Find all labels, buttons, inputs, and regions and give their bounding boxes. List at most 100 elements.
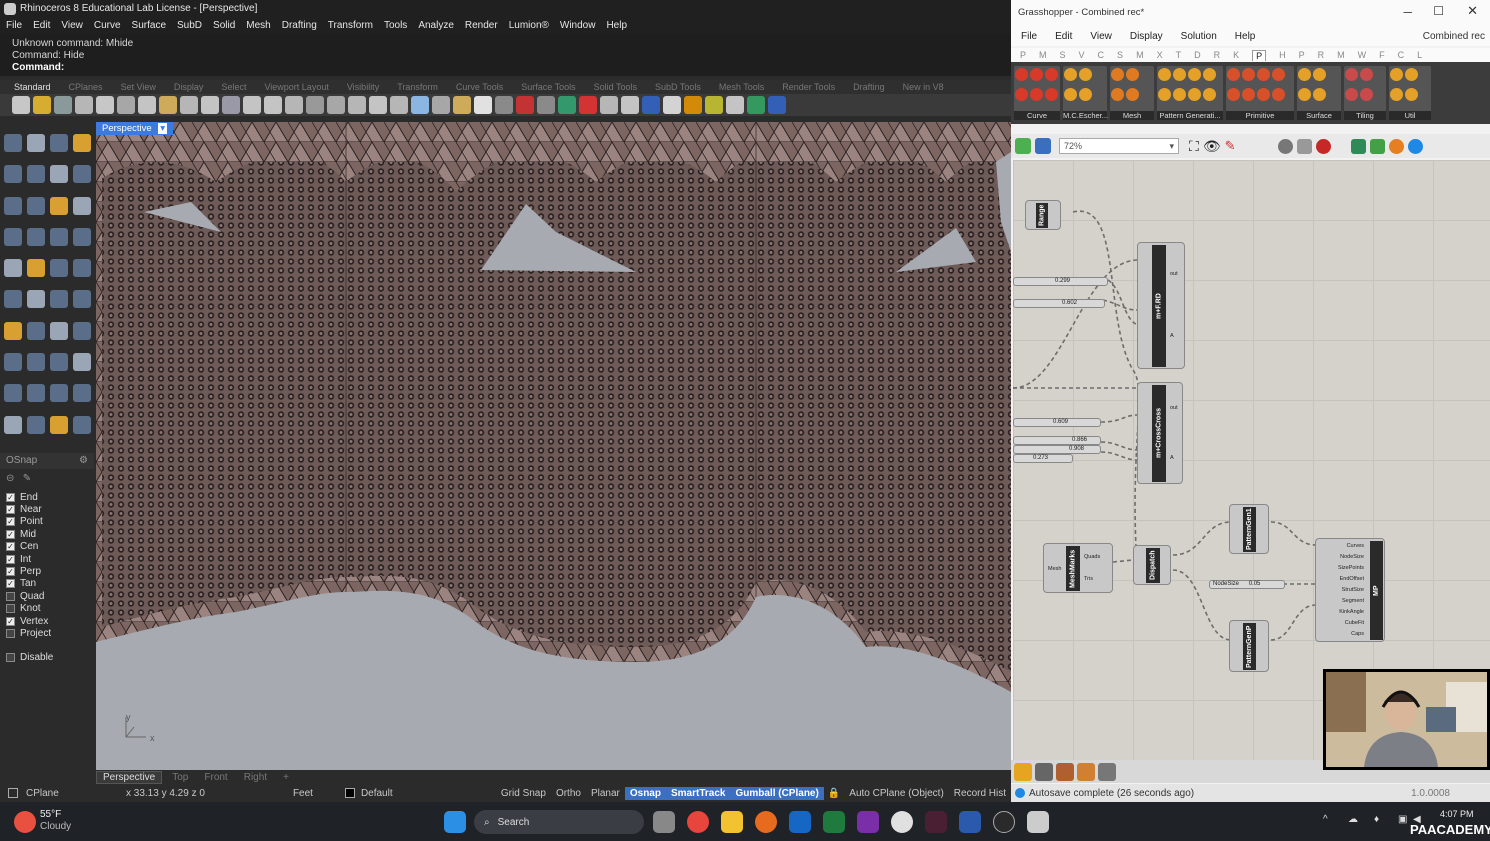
- left-tool-icon[interactable]: [4, 227, 22, 246]
- range-component[interactable]: Range: [1025, 200, 1061, 230]
- gh-component-icon[interactable]: [1227, 68, 1240, 81]
- gh-menu-item[interactable]: File: [1021, 31, 1037, 42]
- minimize-icon[interactable]: ─: [1403, 5, 1412, 19]
- left-tool-icon[interactable]: [73, 196, 91, 215]
- zoom-extents-icon[interactable]: ⛶: [1189, 138, 1199, 155]
- gh-tab[interactable]: X: [1157, 50, 1163, 60]
- left-tool-icon[interactable]: [73, 321, 91, 340]
- left-tool-icon[interactable]: [73, 353, 91, 372]
- gh-component-icon[interactable]: [1242, 68, 1255, 81]
- gh-component-icon[interactable]: [1126, 68, 1139, 81]
- slack-icon[interactable]: [891, 811, 913, 833]
- patterngen1-component[interactable]: PatternGen1: [1229, 504, 1269, 554]
- onenote-icon[interactable]: [857, 811, 879, 833]
- checkbox[interactable]: ✓: [6, 554, 15, 564]
- gh-component-icon[interactable]: [1313, 68, 1326, 81]
- cloud-icon[interactable]: ☁: [1348, 814, 1358, 825]
- preview-color-icon[interactable]: [1388, 138, 1404, 154]
- gh-component-icon[interactable]: [1390, 68, 1403, 81]
- chevron-down-icon[interactable]: ▾: [158, 123, 168, 134]
- gh-tab[interactable]: T: [1176, 50, 1182, 60]
- left-tool-icon[interactable]: [4, 134, 22, 152]
- gh-component-icon[interactable]: [1188, 68, 1201, 81]
- open-file-icon[interactable]: [1015, 138, 1031, 154]
- menu-item[interactable]: Window: [560, 20, 596, 31]
- mp-component[interactable]: MP Curves NodeSize SizePoints EndOffset Stru…: [1315, 538, 1385, 642]
- toolbar-tool-icon[interactable]: [474, 96, 492, 114]
- toolbar-tab[interactable]: Solid Tools: [594, 82, 637, 92]
- osnap-item[interactable]: Project: [0, 627, 94, 639]
- gh-component-icon[interactable]: [1345, 88, 1358, 101]
- gh-component-icon[interactable]: [1079, 88, 1092, 101]
- outlook-icon[interactable]: [789, 811, 811, 833]
- gh-component-icon[interactable]: [1188, 88, 1201, 101]
- gh-component-icon[interactable]: [1045, 68, 1058, 81]
- menu-item[interactable]: SubD: [177, 20, 202, 31]
- indesign-icon[interactable]: [925, 811, 947, 833]
- dispatch-component[interactable]: Dispatch: [1133, 545, 1171, 585]
- gh-menu-item[interactable]: Edit: [1055, 31, 1072, 42]
- grid-snap-toggle[interactable]: Grid Snap: [496, 787, 551, 800]
- sun-icon[interactable]: [1014, 762, 1032, 781]
- toolbar-tab[interactable]: CPlanes: [69, 82, 103, 92]
- chrome-icon[interactable]: [687, 811, 709, 833]
- gh-component-icon[interactable]: [1298, 88, 1311, 101]
- osnap-item[interactable]: ✓ Cen: [0, 541, 94, 553]
- checkbox[interactable]: ✓: [6, 567, 15, 577]
- viewport-tab[interactable]: Top: [166, 772, 194, 783]
- number-slider[interactable]: 0.273: [1013, 454, 1073, 463]
- rhino-app-icon[interactable]: [1027, 811, 1049, 833]
- command-prompt[interactable]: Command:: [12, 62, 999, 74]
- toolbar-tool-icon[interactable]: [138, 96, 156, 114]
- gh-component-icon[interactable]: [1030, 88, 1043, 101]
- toolbar-tool-icon[interactable]: [516, 96, 534, 114]
- toolbar-tool-icon[interactable]: [495, 96, 513, 114]
- left-tool-icon[interactable]: [27, 134, 45, 152]
- gh-component-icon[interactable]: [1173, 88, 1186, 101]
- add-viewport-tab-button[interactable]: +: [277, 772, 295, 783]
- gh-tab[interactable]: C: [1398, 50, 1405, 60]
- gh-tab[interactable]: F: [1379, 50, 1385, 60]
- toolbar-tool-icon[interactable]: [348, 96, 366, 114]
- gh-component-icon[interactable]: [1313, 88, 1326, 101]
- left-tool-icon[interactable]: [73, 384, 91, 403]
- left-tool-icon[interactable]: [27, 290, 45, 309]
- units-label[interactable]: Feet: [293, 788, 345, 799]
- left-tool-icon[interactable]: [50, 196, 68, 215]
- mp-input-port[interactable]: SizePoints: [1338, 565, 1364, 571]
- toolbar-tab[interactable]: Set View: [121, 82, 156, 92]
- gh-component-icon[interactable]: [1298, 68, 1311, 81]
- osnap-item[interactable]: ✓ Tan: [0, 578, 94, 590]
- record-history-toggle[interactable]: Record Hist: [949, 787, 1011, 800]
- menu-item[interactable]: Tools: [384, 20, 407, 31]
- osnap-item[interactable]: ✓ End: [0, 491, 94, 503]
- toolbar-tool-icon[interactable]: [642, 96, 660, 114]
- menu-item[interactable]: Lumion®: [509, 20, 549, 31]
- gh-menu-item[interactable]: Help: [1235, 31, 1256, 42]
- toolbar-tool-icon[interactable]: [747, 96, 765, 114]
- menu-item[interactable]: Solid: [213, 20, 235, 31]
- preview-shaded-icon[interactable]: [1315, 138, 1331, 154]
- gh-tab[interactable]: D: [1194, 50, 1201, 60]
- gh-tab[interactable]: K: [1233, 50, 1239, 60]
- filter-icon[interactable]: ⊝: [6, 473, 14, 484]
- toolbar-tool-icon[interactable]: [621, 96, 639, 114]
- osnap-item[interactable]: ✓ Perp: [0, 565, 94, 577]
- osnap-item[interactable]: ✓ Mid: [0, 528, 94, 540]
- checkbox[interactable]: ✓: [6, 529, 15, 539]
- left-tool-icon[interactable]: [4, 196, 22, 215]
- checkbox[interactable]: ✓: [6, 616, 15, 626]
- word-icon[interactable]: [959, 811, 981, 833]
- preview-sphere-icon[interactable]: [1407, 138, 1423, 154]
- menu-item[interactable]: Drafting: [282, 20, 317, 31]
- toolbar-tool-icon[interactable]: [432, 96, 450, 114]
- gh-tab[interactable]: V: [1079, 50, 1085, 60]
- checkbox[interactable]: [6, 628, 15, 638]
- number-slider[interactable]: 0.602: [1013, 299, 1105, 308]
- menu-item[interactable]: Mesh: [246, 20, 270, 31]
- gh-component-icon[interactable]: [1064, 68, 1077, 81]
- toolbar-tool-icon[interactable]: [159, 96, 177, 114]
- cplane-icon[interactable]: [8, 788, 18, 798]
- left-tool-icon[interactable]: [50, 290, 68, 309]
- meshmarks-component[interactable]: Mesh MeshMarks Quads Tris: [1043, 543, 1113, 593]
